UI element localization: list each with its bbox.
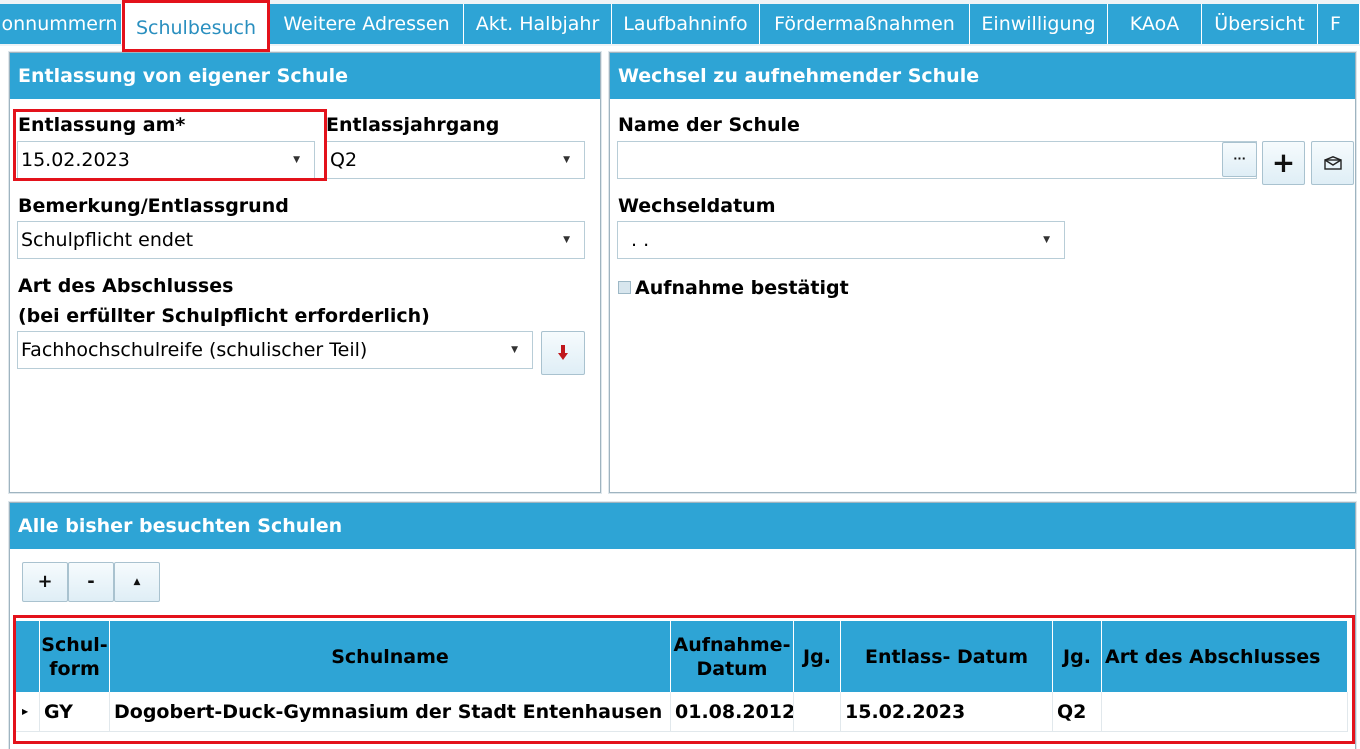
add-row-button[interactable]: + — [22, 562, 68, 602]
table-row[interactable]: ▶ GY Dogobert-Duck-Gymnasium der Stadt E… — [16, 692, 1348, 732]
add-school-button[interactable]: + — [1262, 141, 1305, 185]
col-jg-aufnahme[interactable]: Jg. — [794, 621, 841, 692]
tab-bar: onnummern Schulbesuch Weitere Adressen A… — [0, 0, 1360, 52]
col-art-des-abschlusses[interactable]: Art des Abschlusses — [1102, 621, 1348, 692]
entlassung-date-value: 15.02.2023 — [21, 149, 130, 171]
remove-row-button[interactable]: - — [68, 562, 114, 602]
bemerkung-select[interactable]: Schulpflicht endet ▼ — [17, 221, 585, 259]
grid-header: Schul- form Schulname Aufnahme- Datum Jg… — [16, 621, 1348, 692]
cell-jg-entlass[interactable]: Q2 — [1053, 692, 1102, 732]
aufnahme-bestaetigt-checkbox[interactable] — [618, 281, 631, 294]
entlassjahrgang-value: Q2 — [330, 149, 358, 171]
cell-entlass-datum[interactable]: 15.02.2023 — [841, 692, 1053, 732]
tab-uebersicht[interactable]: Übersicht — [1202, 4, 1318, 44]
chevron-down-icon[interactable]: ▼ — [563, 222, 570, 258]
plus-icon: + — [37, 571, 53, 592]
abschluss-value: Fachhochschulreife (schulischer Teil) — [21, 339, 368, 361]
grid-header-indicator — [16, 621, 40, 692]
wechseldatum-label: Wechseldatum — [618, 195, 776, 217]
tab-schulbesuch[interactable]: Schulbesuch — [122, 0, 270, 52]
cell-art-des-abschlusses[interactable] — [1102, 692, 1348, 732]
tab-einwilligung[interactable]: Einwilligung — [970, 4, 1108, 44]
entlassjahrgang-select[interactable]: Q2 ▼ — [326, 141, 585, 179]
cell-schulname[interactable]: Dogobert-Duck-Gymnasium der Stadt Entenh… — [110, 692, 671, 732]
tab-telefonnummern[interactable]: onnummern — [0, 4, 122, 44]
cell-aufnahme-datum[interactable]: 01.08.2012 — [671, 692, 794, 732]
tab-laufbahninfo[interactable]: Laufbahninfo — [612, 4, 760, 44]
plus-icon: + — [1271, 146, 1296, 179]
col-schulform[interactable]: Schul- form — [40, 621, 110, 692]
row-indicator-icon: ▶ — [16, 692, 40, 732]
arrow-down-icon — [558, 345, 568, 360]
col-schulname[interactable]: Schulname — [110, 621, 671, 692]
entlassjahrgang-label: Entlassjahrgang — [326, 114, 500, 136]
tab-foerdermassnahmen[interactable]: Fördermaßnahmen — [760, 4, 970, 44]
chevron-down-icon[interactable]: ▼ — [293, 142, 300, 178]
col-aufnahme-datum[interactable]: Aufnahme- Datum — [671, 621, 794, 692]
arrow-up-icon: ▲ — [133, 577, 141, 587]
tab-akt-halbjahr[interactable]: Akt. Halbjahr — [464, 4, 612, 44]
tab-overflow[interactable]: F — [1318, 4, 1360, 44]
mail-button[interactable] — [1311, 141, 1354, 185]
schulname-browse-button[interactable]: ··· — [1222, 142, 1257, 177]
tab-weitere-adressen[interactable]: Weitere Adressen — [270, 4, 464, 44]
abschluss-select[interactable]: Fachhochschulreife (schulischer Teil) ▼ — [17, 331, 533, 369]
cell-schulform[interactable]: GY — [40, 692, 110, 732]
schulen-panel-title: Alle bisher besuchten Schulen — [10, 503, 1355, 549]
ellipsis-icon: ··· — [1233, 152, 1246, 165]
abschluss-hint-label: (bei erfüllter Schulpflicht erforderlich… — [18, 305, 430, 327]
schulen-grid: Schul- form Schulname Aufnahme- Datum Jg… — [16, 621, 1348, 749]
chevron-down-icon[interactable]: ▼ — [563, 142, 570, 178]
chevron-down-icon[interactable]: ▼ — [511, 332, 518, 368]
abschluss-move-down-button[interactable] — [541, 331, 585, 375]
aufnahme-bestaetigt-label: Aufnahme bestätigt — [635, 277, 849, 299]
wechseldatum-value: . . — [631, 229, 650, 251]
bemerkung-label: Bemerkung/Entlassgrund — [18, 195, 289, 217]
wechseldatum-field[interactable]: . . ▼ — [617, 221, 1065, 259]
envelope-icon — [1323, 156, 1342, 170]
col-entlass-datum[interactable]: Entlass- Datum — [841, 621, 1053, 692]
chevron-down-icon[interactable]: ▼ — [1043, 222, 1050, 258]
table-row-empty — [16, 732, 1348, 749]
entlassung-date-field[interactable]: 15.02.2023 ▼ — [17, 141, 315, 179]
minus-icon: - — [87, 571, 95, 592]
abschluss-label: Art des Abschlusses — [18, 275, 234, 297]
entlassung-panel-title: Entlassung von eigener Schule — [10, 53, 600, 99]
entlassung-date-label: Entlassung am* — [18, 114, 186, 136]
tab-kaoa[interactable]: KAoA — [1108, 4, 1202, 44]
schulname-label: Name der Schule — [618, 114, 800, 136]
cell-jg-aufnahme[interactable] — [794, 692, 841, 732]
schulname-input[interactable] — [617, 141, 1257, 179]
col-jg-entlass[interactable]: Jg. — [1053, 621, 1102, 692]
wechsel-panel-title: Wechsel zu aufnehmender Schule — [610, 53, 1355, 99]
move-up-button[interactable]: ▲ — [114, 562, 160, 602]
app-root: onnummern Schulbesuch Weitere Adressen A… — [0, 0, 1360, 749]
bemerkung-value: Schulpflicht endet — [21, 229, 194, 251]
